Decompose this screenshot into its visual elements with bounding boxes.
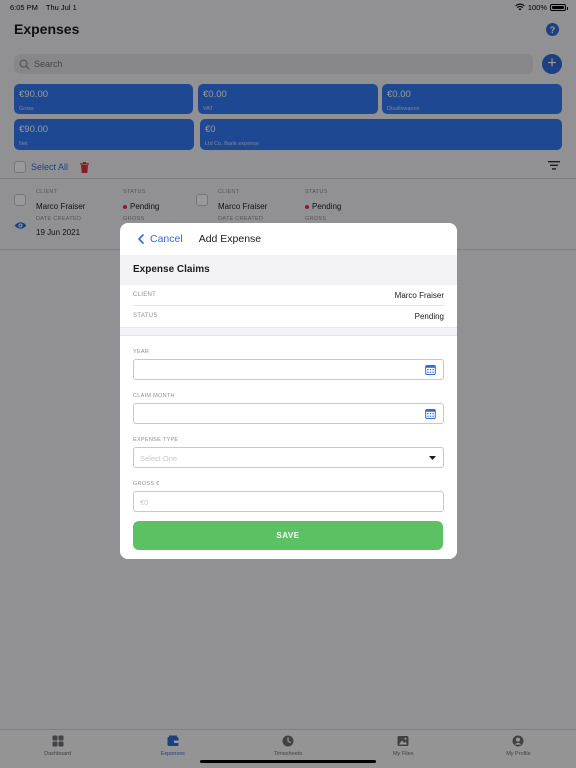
expense-type-label: EXPENSE TYPE — [133, 437, 179, 443]
modal-title: Add Expense — [198, 233, 262, 245]
year-field[interactable] — [133, 359, 444, 380]
calendar-icon[interactable] — [425, 408, 436, 419]
client-label: CLIENT — [133, 292, 157, 298]
year-label: YEAR — [133, 349, 150, 355]
add-expense-modal: Cancel Add Expense Expense Claims CLIENT… — [120, 223, 457, 559]
expense-type-placeholder: Select One — [140, 454, 178, 463]
claim-month-label: CLAIM MONTH — [133, 393, 175, 399]
save-button[interactable]: SAVE — [133, 521, 443, 550]
home-indicator — [200, 760, 376, 763]
claim-month-field[interactable] — [133, 403, 444, 424]
gross-placeholder: €0 — [140, 498, 149, 507]
gross-label: GROSS € — [133, 481, 160, 487]
cancel-button[interactable]: Cancel — [138, 233, 183, 245]
modal-footer: SAVE — [120, 513, 457, 559]
client-value: Marco Fraiser — [394, 291, 444, 300]
status-label: STATUS — [133, 313, 158, 319]
gross-input[interactable]: €0 — [133, 491, 444, 512]
modal-header: Cancel Add Expense — [120, 223, 457, 255]
calendar-icon[interactable] — [425, 364, 436, 375]
status-row: STATUS Pending — [133, 306, 444, 327]
section-divider — [120, 327, 457, 336]
status-value: Pending — [414, 312, 444, 321]
client-row: CLIENT Marco Fraiser — [133, 285, 444, 306]
chevron-left-icon — [138, 234, 144, 244]
expense-type-select[interactable]: Select One — [133, 447, 444, 468]
section-title: Expense Claims — [133, 264, 210, 275]
caret-down-icon — [429, 456, 436, 460]
cancel-label: Cancel — [150, 233, 183, 245]
